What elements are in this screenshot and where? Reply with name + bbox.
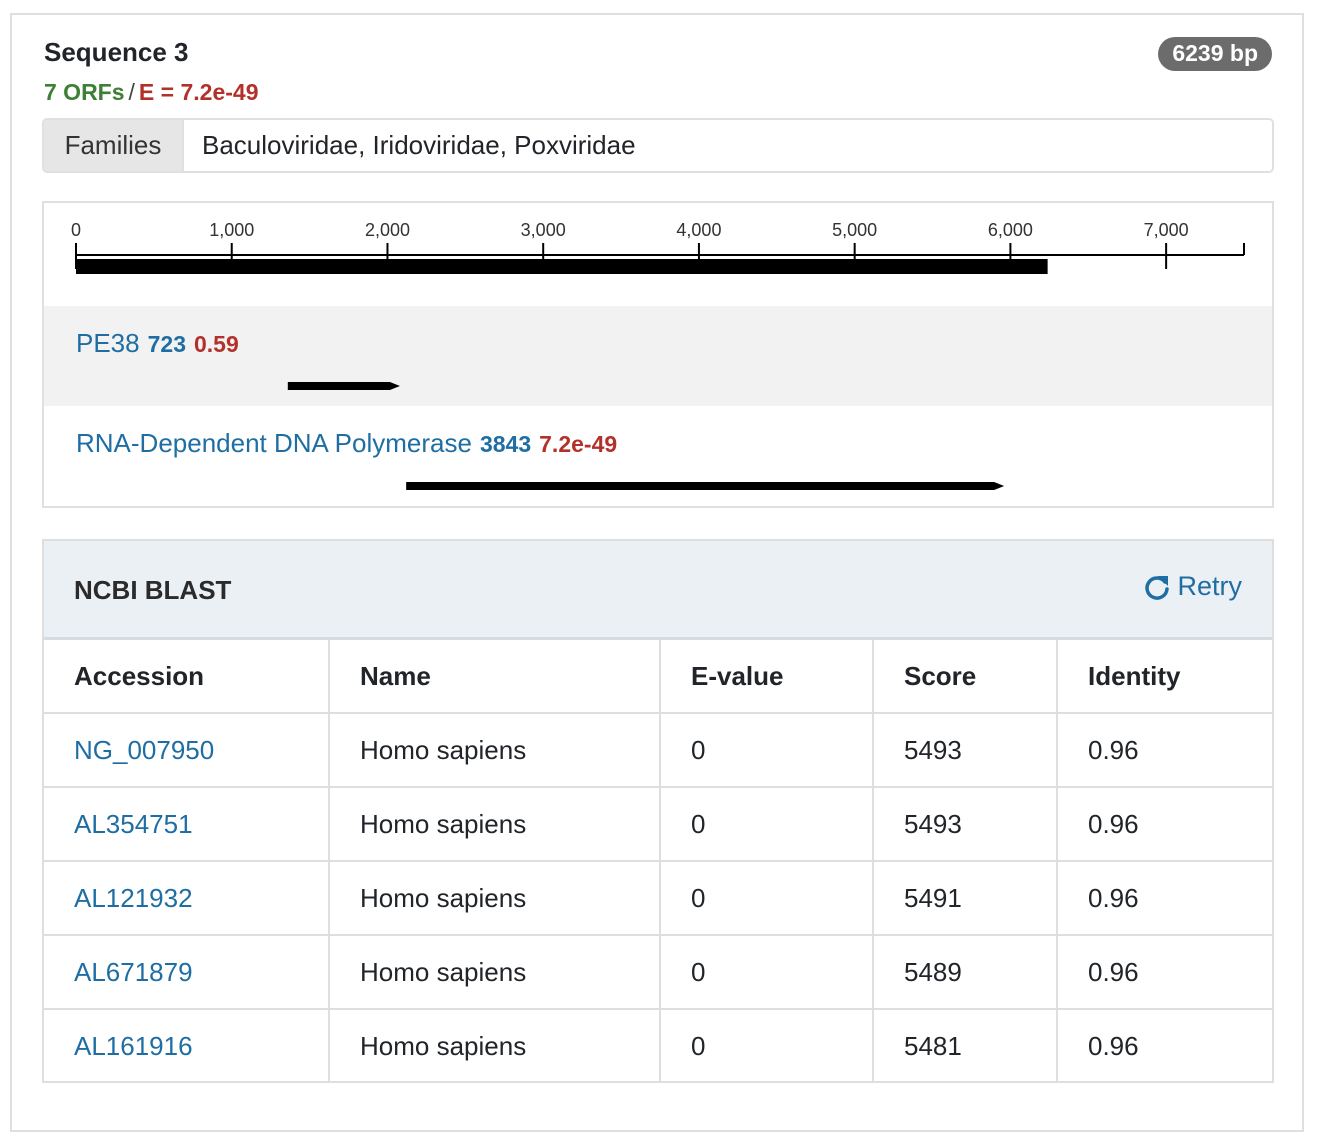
families-group: Families Baculoviridae, Iridoviridae, Po…	[42, 118, 1274, 173]
name-cell: Homo sapiens	[328, 860, 661, 936]
sequence-evalue: E = 7.2e-49	[138, 79, 259, 105]
blast-results-table: Accession Name E-value Score Identity NG…	[44, 640, 1272, 1082]
sequence-map: 0 1,000 2,000 3,000 4,000 5,000 6,000 7,000 PE3…	[42, 201, 1274, 508]
blast-header: NCBI BLAST Retry	[44, 541, 1272, 640]
sequence-summary: 7 ORFs / E = 7.2e-49	[44, 79, 258, 106]
sequence-card: Sequence 3 7 ORFs / E = 7.2e-49 6239 bp Fa…	[10, 13, 1304, 1132]
orf-count: 7 ORFs	[44, 79, 125, 105]
score-cell: 5493	[872, 712, 1058, 788]
identity-cell: 0.96	[1056, 786, 1272, 862]
orf-row-polymerase[interactable]: RNA-Dependent DNA Polymerase 3843 7.2e-49	[44, 406, 1272, 506]
redo-icon	[1145, 575, 1170, 600]
accession-cell: AL121932	[44, 860, 330, 936]
axis-tick-label: 5,000	[832, 220, 877, 240]
table-row: AL121932 Homo sapiens 0 5491 0.96	[44, 860, 1272, 936]
column-header: Score	[872, 640, 1058, 714]
axis-tick-label: 3,000	[521, 220, 566, 240]
identity-cell: 0.96	[1056, 1008, 1272, 1082]
axis-tick-label: 6,000	[988, 220, 1033, 240]
identity-cell: 0.96	[1056, 860, 1272, 936]
table-header-row: Accession Name E-value Score Identity	[44, 640, 1272, 714]
orf-arrow	[287, 382, 400, 390]
axis-tick-label: 4,000	[676, 220, 721, 240]
orf-arrow-shape	[287, 382, 400, 390]
axis-tick-label: 1,000	[209, 220, 254, 240]
evalue-cell: 0	[659, 786, 874, 862]
families-value: Baculoviridae, Iridoviridae, Poxviridae	[202, 130, 636, 160]
sequence-axis: 0 1,000 2,000 3,000 4,000 5,000 6,000 7,000	[71, 220, 1245, 274]
name-cell: Homo sapiens	[328, 1008, 661, 1082]
accession-link[interactable]: NG_007950	[74, 735, 214, 765]
axis-tick-label: 0	[71, 220, 81, 240]
evalue-cell: 0	[659, 712, 874, 788]
accession-link[interactable]: AL121932	[74, 883, 193, 913]
score-cell: 5481	[872, 1008, 1058, 1082]
blast-title: NCBI BLAST	[74, 575, 232, 605]
length-badge: 6239 bp	[1158, 37, 1272, 71]
name-cell: Homo sapiens	[328, 786, 661, 862]
accession-link[interactable]: AL354751	[74, 809, 193, 839]
sequence-title: Sequence 3	[44, 37, 189, 67]
column-header: E-value	[659, 640, 874, 714]
identity-cell: 0.96	[1056, 934, 1272, 1010]
column-header: Identity	[1056, 640, 1272, 714]
blast-panel: NCBI BLAST Retry Accession Name E-value …	[42, 539, 1274, 1083]
sequence-bar	[76, 259, 1048, 274]
table-row: AL671879 Homo sapiens 0 5489 0.96	[44, 934, 1272, 1010]
orf-row-pe38[interactable]: PE38 723 0.59	[44, 306, 1272, 406]
orf-arrow	[406, 482, 1005, 490]
accession-link[interactable]: AL671879	[74, 957, 193, 987]
column-header: Name	[328, 640, 661, 714]
accession-cell: AL161916	[44, 1008, 330, 1082]
evalue-cell: 0	[659, 934, 874, 1010]
accession-link[interactable]: AL161916	[74, 1031, 193, 1061]
evalue-cell: 0	[659, 1008, 874, 1082]
axis-tick-label: 7,000	[1144, 220, 1189, 240]
summary-separator: /	[128, 79, 135, 105]
accession-cell: AL671879	[44, 934, 330, 1010]
name-cell: Homo sapiens	[328, 712, 661, 788]
score-cell: 5489	[872, 934, 1058, 1010]
score-cell: 5491	[872, 860, 1058, 936]
table-row: AL354751 Homo sapiens 0 5493 0.96	[44, 786, 1272, 862]
name-cell: Homo sapiens	[328, 934, 661, 1010]
orf-arrow-shape	[406, 482, 1005, 490]
axis-tick-label: 2,000	[365, 220, 410, 240]
identity-cell: 0.96	[1056, 712, 1272, 788]
table-row: NG_007950 Homo sapiens 0 5493 0.96	[44, 712, 1272, 788]
accession-cell: NG_007950	[44, 712, 330, 788]
retry-label: Retry	[1177, 571, 1242, 601]
table-row: AL161916 Homo sapiens 0 5481 0.96	[44, 1008, 1272, 1082]
retry-button[interactable]: Retry	[1143, 571, 1242, 602]
column-header: Accession	[44, 640, 330, 714]
evalue-cell: 0	[659, 860, 874, 936]
score-cell: 5493	[872, 786, 1058, 862]
accession-cell: AL354751	[44, 786, 330, 862]
families-label: Families	[44, 120, 184, 171]
